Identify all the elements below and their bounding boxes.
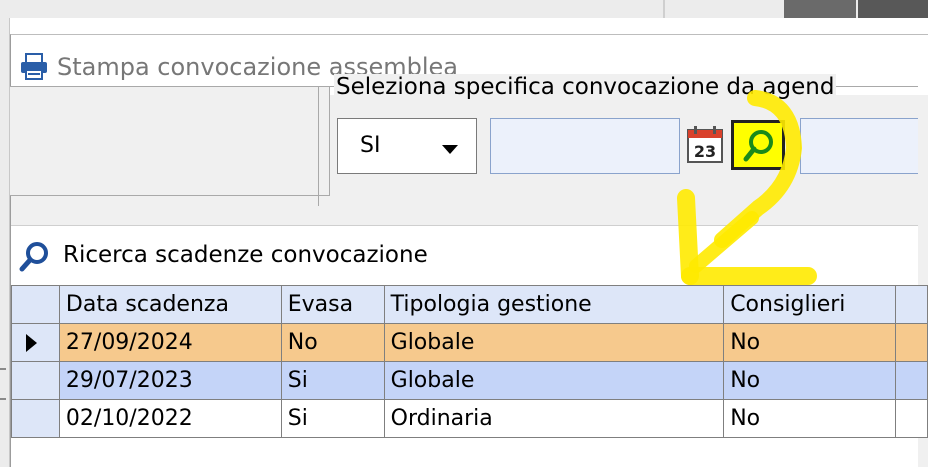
cell-evasa[interactable]: No bbox=[280, 323, 385, 362]
deadlines-grid[interactable]: Data scadenza Evasa Tipologia gestione C… bbox=[11, 285, 928, 467]
search-icon bbox=[743, 130, 773, 162]
background-mark bbox=[0, 398, 6, 400]
column-header-consiglieri[interactable]: Consiglieri bbox=[723, 285, 897, 324]
cell-evasa[interactable]: Si bbox=[280, 399, 385, 438]
cell-consiglieri[interactable]: No bbox=[723, 399, 897, 438]
cell-data-scadenza[interactable]: 27/09/2024 bbox=[58, 323, 282, 362]
background-dark-block bbox=[784, 0, 856, 18]
row-pointer-icon bbox=[26, 333, 37, 352]
table-row[interactable]: 02/10/2022 Si Ordinaria No bbox=[11, 399, 928, 438]
convocation-field[interactable] bbox=[800, 118, 918, 174]
row-header[interactable] bbox=[11, 323, 60, 362]
cell-next[interactable] bbox=[895, 361, 928, 400]
background-divider bbox=[663, 0, 665, 18]
left-options-box bbox=[10, 86, 330, 196]
printer-icon bbox=[21, 53, 47, 80]
convocation-selection-label: Seleziona specifica convocazione da agen… bbox=[334, 74, 837, 100]
row-header-corner bbox=[11, 285, 60, 324]
search-button[interactable] bbox=[731, 120, 785, 170]
calendar-icon[interactable]: 23 bbox=[685, 124, 727, 166]
row-header[interactable] bbox=[11, 361, 60, 400]
grid-header-row: Data scadenza Evasa Tipologia gestione C… bbox=[11, 285, 928, 324]
selection-combo-value: SI bbox=[360, 133, 381, 158]
search-icon bbox=[19, 242, 48, 272]
cell-consiglieri[interactable]: No bbox=[723, 361, 897, 400]
date-field[interactable] bbox=[490, 118, 680, 174]
selection-combo[interactable]: SI bbox=[337, 118, 477, 174]
background-dark-block bbox=[858, 0, 928, 18]
table-row[interactable]: 29/07/2023 Si Globale No bbox=[11, 361, 928, 400]
column-header-tipologia-gestione[interactable]: Tipologia gestione bbox=[383, 285, 725, 324]
background-mark bbox=[0, 368, 6, 370]
table-row[interactable]: 27/09/2024 No Globale No bbox=[11, 323, 928, 362]
cell-tipologia-gestione[interactable]: Globale bbox=[383, 323, 725, 362]
chevron-down-icon[interactable] bbox=[442, 145, 458, 154]
cell-consiglieri[interactable]: No bbox=[723, 323, 897, 362]
column-header-evasa[interactable]: Evasa bbox=[280, 285, 385, 324]
column-header-data-scadenza[interactable]: Data scadenza bbox=[58, 285, 282, 324]
cell-data-scadenza[interactable]: 29/07/2023 bbox=[58, 361, 282, 400]
search-panel-header: Ricerca scadenze convocazione bbox=[11, 226, 918, 286]
calendar-day: 23 bbox=[694, 142, 716, 161]
cell-tipologia-gestione[interactable]: Globale bbox=[383, 361, 725, 400]
background-left-edge bbox=[0, 18, 10, 467]
cell-evasa[interactable]: Si bbox=[280, 361, 385, 400]
cell-data-scadenza[interactable]: 02/10/2022 bbox=[58, 399, 282, 438]
background-app-strip bbox=[0, 0, 928, 18]
column-header-next[interactable] bbox=[895, 285, 928, 324]
cell-tipologia-gestione[interactable]: Ordinaria bbox=[383, 399, 725, 438]
row-header[interactable] bbox=[11, 399, 60, 438]
cell-next[interactable] bbox=[895, 323, 928, 362]
search-panel-title: Ricerca scadenze convocazione bbox=[63, 242, 428, 268]
cell-next[interactable] bbox=[895, 399, 928, 438]
